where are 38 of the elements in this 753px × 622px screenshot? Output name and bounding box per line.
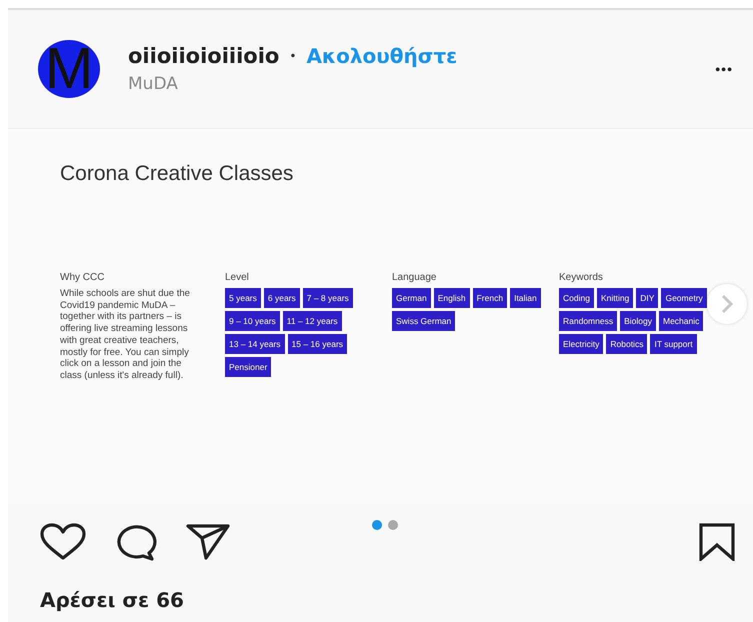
tag: 5 years [225,288,261,308]
tag: 7 – 8 years [302,288,353,308]
likes-count[interactable]: Αρέσει σε 66 [8,562,184,612]
more-options-button[interactable]: ••• [715,61,733,77]
tag: Coding [559,288,594,308]
column-heading: Language [392,272,438,283]
tag: 9 – 10 years [225,311,280,331]
tag: Pensioner [225,357,272,377]
tag: Biology [620,311,656,331]
tag: Electricity [559,334,604,354]
tag: DIY [636,288,658,308]
location-text: MuDA [128,74,179,94]
tag: Italian [510,288,541,308]
column-heading: Why CCC [60,272,106,283]
tag: 11 – 12 years [282,311,342,331]
separator-dot: • [289,49,296,63]
tag: 13 – 14 years [225,334,285,354]
bookmark-icon[interactable] [699,523,735,561]
tag: Geometry [661,288,707,308]
slide-title: Corona Creative Classes [60,162,294,186]
heart-icon[interactable] [40,523,86,561]
chevron-right-icon [720,294,734,314]
tag: Swiss German [392,311,456,331]
tag: Knitting [596,288,634,308]
tag: Mechanic [658,311,704,331]
tag: Robotics [606,334,648,354]
tag: German [392,288,431,308]
username[interactable]: oiioiioioiiioio [128,44,280,68]
tag: French [472,288,508,308]
tag: 15 – 16 years [288,334,348,354]
tag: Randomness [559,311,618,331]
tag: English [434,288,470,308]
tag: 6 years [264,288,300,308]
intro-paragraph: While schools are shut due the Covid19 pandemic MuDA – together with its partners – is offering live streaming lessons with great creative teachers, mostly for free. You can simply click on a lesson and join the class (unless it's already full). [60,288,191,382]
column-heading: Keywords [559,272,604,283]
send-icon[interactable] [186,524,230,560]
tag: IT support [650,334,697,354]
column-heading: Level [225,272,250,283]
